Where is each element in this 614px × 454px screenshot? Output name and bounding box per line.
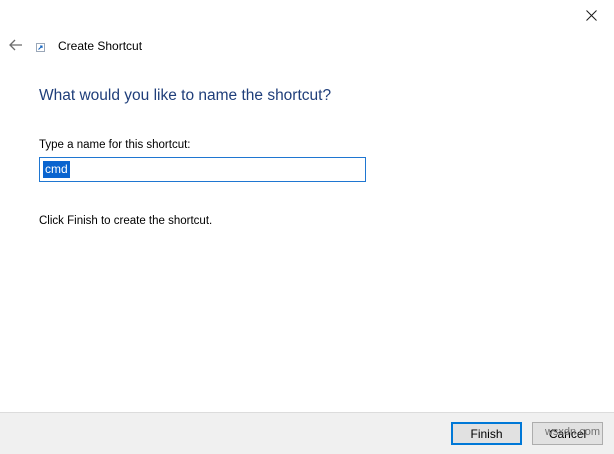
- back-arrow-icon: [9, 39, 22, 51]
- back-button[interactable]: [6, 36, 26, 54]
- close-button[interactable]: [568, 0, 614, 30]
- shortcut-name-input[interactable]: cmd: [39, 157, 366, 182]
- wizard-title: Create Shortcut: [58, 39, 143, 53]
- finish-instruction: Click Finish to create the shortcut.: [39, 215, 213, 227]
- page-heading: What would you like to name the shortcut…: [39, 87, 332, 104]
- close-icon: [585, 9, 597, 21]
- finish-button[interactable]: Finish: [451, 422, 522, 445]
- wizard-header: Create Shortcut: [0, 30, 614, 62]
- button-bar: Finish Cancel wsxdn.com: [0, 412, 614, 454]
- shortcut-name-label: Type a name for this shortcut:: [39, 139, 191, 151]
- shortcut-name-value: cmd: [43, 161, 70, 178]
- shortcut-icon: [36, 43, 45, 52]
- create-shortcut-dialog: Create Shortcut What would you like to n…: [0, 0, 614, 454]
- watermark-text: wsxdn.com: [544, 426, 600, 438]
